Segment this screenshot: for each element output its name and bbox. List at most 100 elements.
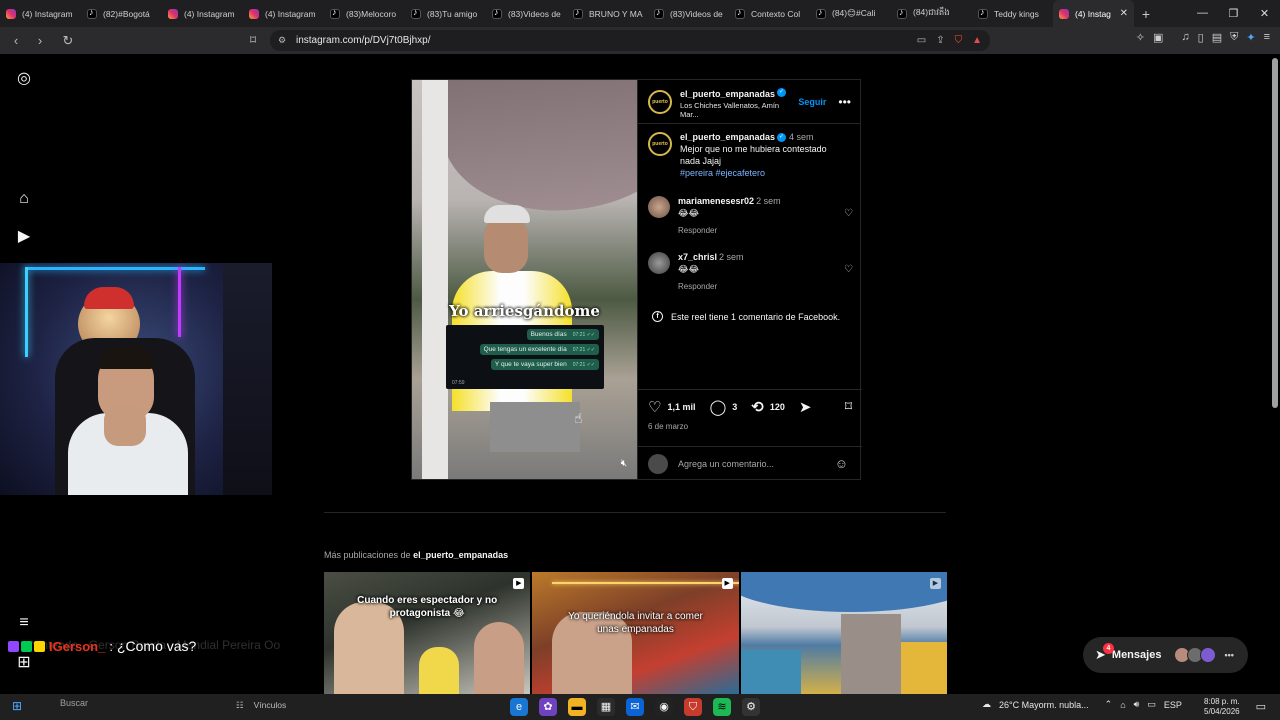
reload-icon[interactable]: ↻ bbox=[58, 33, 78, 49]
weather-text[interactable]: 26°C Mayorm. nubla... bbox=[999, 700, 1089, 710]
more-posts-author[interactable]: el_puerto_empanadas bbox=[413, 550, 508, 560]
share-icon[interactable]: ➤ bbox=[799, 398, 812, 416]
file-explorer-icon[interactable]: ▬ bbox=[568, 698, 586, 716]
brave-icon[interactable]: ⛉ bbox=[684, 698, 702, 716]
vpn-icon[interactable]: ⛨ bbox=[1230, 31, 1238, 44]
more-menu-icon[interactable]: ≡ bbox=[14, 614, 34, 632]
reels-icon[interactable]: ▶ bbox=[14, 226, 34, 246]
site-info-icon[interactable]: ⚙ bbox=[278, 35, 286, 46]
leo-ai-icon[interactable]: ✦ bbox=[1246, 31, 1255, 44]
commenter-avatar[interactable] bbox=[648, 252, 670, 274]
settings-icon[interactable]: ⚙ bbox=[742, 698, 760, 716]
more-icon[interactable]: ••• bbox=[1224, 650, 1233, 660]
author-username[interactable]: el_puerto_empanadas bbox=[680, 89, 775, 99]
instagram-logo-icon[interactable]: ◎ bbox=[14, 68, 34, 88]
share-icon[interactable]: ⇪ bbox=[936, 35, 944, 46]
browser-tab[interactable]: BRUNO Y MA bbox=[567, 0, 648, 27]
screenshot-icon[interactable]: ▣ bbox=[1153, 31, 1163, 44]
browser-tab[interactable]: Contexto Col bbox=[729, 0, 810, 27]
extensions-icon[interactable]: ✧ bbox=[1136, 31, 1145, 44]
weather-icon[interactable]: ☁ bbox=[982, 699, 991, 710]
taskbar-search[interactable]: Buscar bbox=[60, 698, 88, 708]
browser-tab[interactable]: (82)#Bogotá bbox=[81, 0, 162, 27]
close-tab-icon[interactable]: ✕ bbox=[1120, 8, 1128, 19]
browser-tab[interactable]: (83)Tu amigo bbox=[405, 0, 486, 27]
browser-tab[interactable]: Teddy kings bbox=[972, 0, 1053, 27]
like-count[interactable]: 1,1 mil bbox=[667, 402, 695, 412]
network-icon[interactable]: ⌂ bbox=[1120, 700, 1125, 710]
audio-credit[interactable]: Los Chiches Vallenatos, Amín Mar... bbox=[680, 101, 792, 119]
browser-tab[interactable]: (84)😊#Cali bbox=[810, 0, 891, 27]
browser-tab[interactable]: (83)Melocoro bbox=[324, 0, 405, 27]
umbrella-shape bbox=[740, 572, 947, 612]
comment-icon[interactable]: ◯ bbox=[709, 398, 726, 416]
cast-icon[interactable]: ▭ bbox=[917, 35, 926, 46]
browser-tab[interactable]: (4) Instag ✕ bbox=[1053, 0, 1134, 27]
comment-like-icon[interactable]: ♡ bbox=[844, 208, 853, 219]
language-indicator[interactable]: ESP bbox=[1164, 700, 1182, 710]
sidebar-icon[interactable]: ▯ bbox=[1198, 31, 1204, 44]
forward-icon[interactable]: › bbox=[30, 33, 50, 48]
repost-icon[interactable]: ⟲ bbox=[751, 398, 764, 416]
commenter-username[interactable]: x7_chrisl bbox=[678, 252, 717, 262]
back-icon[interactable]: ‹ bbox=[6, 33, 26, 48]
browser-tab[interactable]: (4) Instagram bbox=[243, 0, 324, 27]
browser-tab[interactable]: (83)Videos de bbox=[648, 0, 729, 27]
comment-input[interactable]: Agrega un comentario... bbox=[678, 459, 774, 469]
comment-like-icon[interactable]: ♡ bbox=[844, 264, 853, 275]
chat-bubble: Que tengas un excelente día 07:21 ✓✓ bbox=[479, 344, 599, 355]
browser-menu-icon[interactable]: ≡ bbox=[1264, 31, 1270, 44]
post-thumbnail[interactable]: ▶ bbox=[740, 572, 947, 694]
post-thumbnail[interactable]: Cuando eres espectador y no protagonista… bbox=[324, 572, 531, 694]
hashtags[interactable]: #pereira #ejecafetero bbox=[680, 168, 765, 178]
task-view-icon[interactable]: ☷ bbox=[236, 700, 244, 711]
browser-toolbar: ‹ › ↻ ⌑ ⚙ instagram.com/p/DVj7t0Bjhxp/ ▭… bbox=[0, 27, 1280, 54]
spotify-icon[interactable]: ≋ bbox=[713, 698, 731, 716]
more-options-icon[interactable]: ••• bbox=[838, 95, 851, 109]
bookmark-page-icon[interactable]: ⌑ bbox=[250, 33, 256, 47]
restore-icon[interactable]: ❐ bbox=[1218, 7, 1249, 20]
battery-icon[interactable]: ▭ bbox=[1147, 699, 1156, 710]
mail-icon[interactable]: ✉ bbox=[626, 698, 644, 716]
tray-chevron-icon[interactable]: ⌃ bbox=[1105, 699, 1113, 710]
caption-username[interactable]: el_puerto_empanadas bbox=[680, 132, 775, 142]
links-label[interactable]: Vínculos bbox=[254, 700, 287, 711]
obs-icon[interactable]: ◉ bbox=[655, 698, 673, 716]
volume-icon[interactable]: 🔊︎ bbox=[1134, 699, 1140, 710]
commenter-avatar[interactable] bbox=[648, 196, 670, 218]
edge-icon[interactable]: e bbox=[510, 698, 528, 716]
like-icon[interactable]: ♡ bbox=[648, 398, 661, 416]
emoji-icon[interactable]: ☺ bbox=[835, 456, 848, 471]
brave-shield-icon[interactable]: ⛉ bbox=[955, 35, 963, 46]
caption-avatar[interactable]: puerto bbox=[648, 132, 672, 156]
save-icon[interactable]: ⌑ bbox=[845, 398, 852, 415]
reel-video[interactable]: Yo arriesgándome 07:59 Buenos días 07:21 … bbox=[412, 80, 637, 479]
brave-rewards-icon[interactable]: ▲ bbox=[972, 35, 982, 46]
page-scrollbar[interactable] bbox=[1272, 58, 1278, 408]
taskbar-clock[interactable]: 8:08 p. m. 5/04/2026 bbox=[1204, 697, 1240, 718]
post-thumbnail[interactable]: Yo queriéndola invitar a comer unas empa… bbox=[532, 572, 739, 694]
start-icon[interactable]: ⊞ bbox=[12, 699, 22, 713]
wallet-icon[interactable]: ▤ bbox=[1212, 31, 1222, 44]
commenter-username[interactable]: mariamenesesr02 bbox=[678, 196, 754, 206]
notifications-icon[interactable]: ▭ bbox=[1256, 700, 1266, 713]
minimize-icon[interactable]: — bbox=[1187, 7, 1218, 20]
close-window-icon[interactable]: ✕ bbox=[1249, 7, 1280, 20]
messages-button[interactable]: ➤ 4 Mensajes ••• bbox=[1083, 637, 1248, 673]
media-icon[interactable]: ♫ bbox=[1181, 31, 1189, 44]
address-bar[interactable]: ⚙ instagram.com/p/DVj7t0Bjhxp/ ▭ ⇪ ⛉ ▲ bbox=[270, 30, 990, 51]
new-tab-button[interactable]: + bbox=[1134, 6, 1158, 22]
author-avatar[interactable]: puerto bbox=[648, 89, 672, 114]
reply-button[interactable]: Responder bbox=[678, 282, 717, 291]
browser-tab[interactable]: (84)ជាវតឹង bbox=[891, 0, 972, 27]
reply-button[interactable]: Responder bbox=[678, 226, 717, 235]
store-icon[interactable]: ▦ bbox=[597, 698, 615, 716]
browser-tab[interactable]: (83)Videos de bbox=[486, 0, 567, 27]
home-icon[interactable]: ⌂ bbox=[14, 190, 34, 208]
copilot-icon[interactable]: ✿ bbox=[539, 698, 557, 716]
browser-tab[interactable]: (4) Instagram bbox=[162, 0, 243, 27]
follow-button[interactable]: Seguir bbox=[798, 97, 826, 107]
more-posts-grid: Cuando eres espectador y no protagonista… bbox=[324, 572, 947, 694]
mute-icon[interactable]: 🔇︎ bbox=[621, 458, 627, 469]
browser-tab[interactable]: (4) Instagram bbox=[0, 0, 81, 27]
